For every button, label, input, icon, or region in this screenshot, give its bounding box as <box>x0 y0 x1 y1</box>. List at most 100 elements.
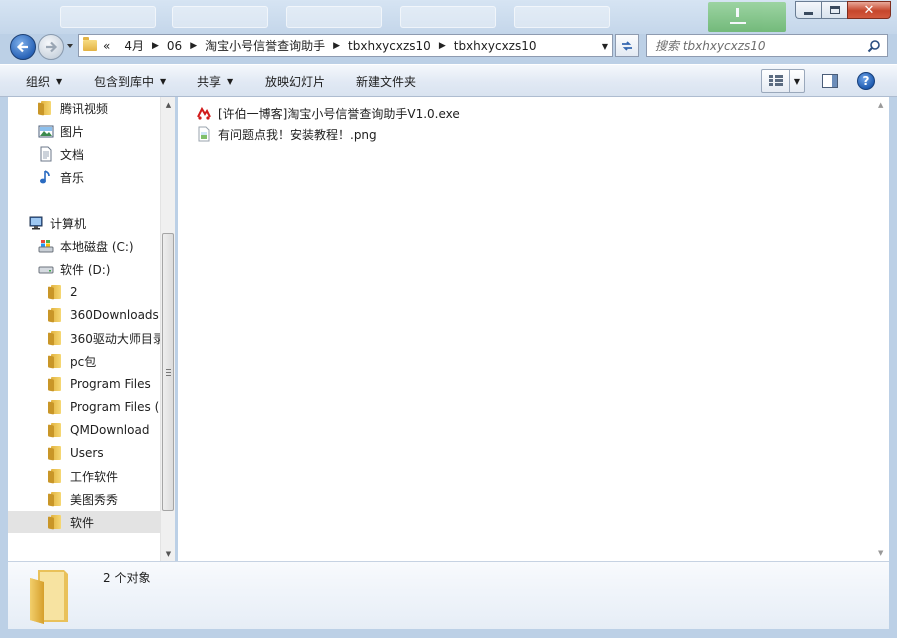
scroll-down-icon[interactable]: ▼ <box>161 546 176 561</box>
chevron-down-icon: ▼ <box>56 77 63 86</box>
system-drive-icon <box>38 238 54 254</box>
music-note-icon <box>38 169 54 185</box>
breadcrumb-separator-icon[interactable]: ▶ <box>333 41 340 51</box>
breadcrumb: « 4月 ▶ 06 ▶ 淘宝小号信誉查询助手 ▶ tbxhxycxzs10 ▶ … <box>103 35 537 56</box>
folder-icon <box>38 101 54 116</box>
chevron-down-icon: ▼ <box>160 77 167 86</box>
breadcrumb-separator-icon[interactable]: ▶ <box>152 41 159 51</box>
nav-item-folder[interactable]: QMDownload <box>48 419 149 441</box>
folder-icon <box>48 446 64 461</box>
documents-icon <box>38 146 54 162</box>
scrollbar-thumb[interactable] <box>162 233 174 511</box>
folder-icon <box>48 354 64 369</box>
forward-button[interactable] <box>38 34 64 60</box>
navigation-pane: 腾讯视频 图片 文档 音乐 计算机 本地磁盘 (C:) 软件 (D:) 2 36… <box>8 97 175 561</box>
window-controls: ✕ <box>795 1 891 19</box>
command-bar: 组织 ▼ 包含到库中 ▼ 共享 ▼ 放映幻灯片 新建文件夹 ▼ ? <box>0 64 897 97</box>
background-window-tab <box>172 6 268 28</box>
nav-item-folder[interactable]: Users <box>48 442 104 464</box>
nav-item-documents[interactable]: 文档 <box>38 143 84 165</box>
nav-item-local-disk-c[interactable]: 本地磁盘 (C:) <box>38 235 134 257</box>
scroll-down-icon[interactable]: ▼ <box>878 549 883 557</box>
background-window-tab <box>60 6 156 28</box>
chevron-down-icon: ▼ <box>227 77 234 86</box>
arrow-right-icon <box>46 41 58 53</box>
address-bar[interactable]: « 4月 ▶ 06 ▶ 淘宝小号信誉查询助手 ▶ tbxhxycxzs10 ▶ … <box>78 34 613 57</box>
nav-item-folder[interactable]: pc包 <box>48 350 96 372</box>
nav-item-folder[interactable]: 美图秀秀 <box>48 488 118 510</box>
search-box[interactable] <box>646 34 888 57</box>
nav-item-folder[interactable]: 360驱动大师目录 <box>48 327 165 349</box>
minimize-icon <box>804 11 813 15</box>
hard-drive-icon <box>38 261 54 277</box>
nav-item-folder[interactable]: 工作软件 <box>48 465 118 487</box>
chevron-down-icon[interactable]: ▼ <box>790 70 804 92</box>
folder-icon <box>48 285 64 300</box>
organize-button[interactable]: 组织 ▼ <box>26 73 62 90</box>
breadcrumb-overflow[interactable]: « <box>103 39 110 53</box>
maximize-button[interactable] <box>821 1 847 19</box>
pictures-icon <box>38 123 54 139</box>
nav-item-folder[interactable]: Program Files ( <box>48 396 159 418</box>
nav-item-tencent-video[interactable]: 腾讯视频 <box>38 97 108 119</box>
slideshow-button[interactable]: 放映幻灯片 <box>265 73 325 90</box>
minimize-button[interactable] <box>795 1 821 19</box>
folder-icon <box>48 423 64 438</box>
new-folder-button[interactable]: 新建文件夹 <box>356 73 416 90</box>
breadcrumb-item[interactable]: 06 <box>167 39 182 53</box>
details-pane: 2 个对象 <box>8 561 889 629</box>
nav-item-folder-selected[interactable]: 软件 <box>8 511 160 533</box>
folder-icon <box>48 308 64 323</box>
recent-pages-dropdown[interactable] <box>66 42 74 50</box>
arrow-left-icon <box>16 41 28 53</box>
background-download-button <box>708 2 786 32</box>
address-dropdown-icon[interactable]: ▼ <box>602 42 608 51</box>
nav-item-software-d[interactable]: 软件 (D:) <box>38 258 110 280</box>
close-button[interactable]: ✕ <box>847 1 891 19</box>
refresh-icon <box>622 40 632 51</box>
nav-item-folder[interactable]: 360Downloads <box>48 304 159 326</box>
item-count: 2 个对象 <box>103 571 151 585</box>
maximize-icon <box>829 6 840 14</box>
computer-icon <box>28 215 44 231</box>
include-in-library-button[interactable]: 包含到库中 ▼ <box>94 73 166 90</box>
share-button[interactable]: 共享 ▼ <box>197 73 233 90</box>
refresh-button[interactable] <box>615 34 639 57</box>
scroll-up-icon[interactable]: ▲ <box>161 97 176 112</box>
file-item-exe[interactable]: [许伯一博客]淘宝小号信誉查询助手V1.0.exe <box>196 103 460 123</box>
breadcrumb-separator-icon[interactable]: ▶ <box>190 41 197 51</box>
title-bar: ✕ <box>0 0 897 34</box>
navigation-scrollbar[interactable]: ▲ ▼ <box>160 97 175 561</box>
breadcrumb-item[interactable]: 淘宝小号信誉查询助手 <box>205 37 325 54</box>
background-window-tab <box>400 6 496 28</box>
back-button[interactable] <box>10 34 36 60</box>
breadcrumb-separator-icon[interactable]: ▶ <box>439 41 446 51</box>
nav-item-folder[interactable]: Program Files <box>48 373 151 395</box>
folder-icon <box>48 492 64 507</box>
folder-icon <box>30 570 68 624</box>
folder-icon <box>83 37 97 51</box>
background-window-tab <box>514 6 610 28</box>
breadcrumb-item[interactable]: 4月 <box>124 37 144 54</box>
preview-pane-icon[interactable] <box>822 74 838 88</box>
scroll-up-icon[interactable]: ▲ <box>878 101 883 109</box>
image-file-icon <box>196 126 212 142</box>
search-input[interactable] <box>655 38 855 53</box>
folder-icon <box>48 331 64 346</box>
breadcrumb-item[interactable]: tbxhxycxzs10 <box>348 39 431 53</box>
help-icon[interactable]: ? <box>857 72 875 90</box>
change-view-button[interactable]: ▼ <box>761 69 805 93</box>
nav-item-folder[interactable]: 2 <box>48 281 78 303</box>
search-icon[interactable] <box>867 39 881 53</box>
view-icon <box>762 70 790 92</box>
file-list-scrollbar[interactable]: ▲ ▼ <box>874 97 889 561</box>
address-row: « 4月 ▶ 06 ▶ 淘宝小号信誉查询助手 ▶ tbxhxycxzs10 ▶ … <box>0 30 897 60</box>
folder-icon <box>48 469 64 484</box>
nav-item-pictures[interactable]: 图片 <box>38 120 84 142</box>
breadcrumb-item[interactable]: tbxhxycxzs10 <box>454 39 537 53</box>
file-list[interactable]: [许伯一博客]淘宝小号信誉查询助手V1.0.exe 有问题点我！安装教程！.pn… <box>178 97 889 561</box>
exe-app-icon <box>196 105 212 121</box>
nav-item-music[interactable]: 音乐 <box>38 166 84 188</box>
nav-item-computer[interactable]: 计算机 <box>28 212 86 234</box>
file-item-png[interactable]: 有问题点我！安装教程！.png <box>196 124 377 144</box>
